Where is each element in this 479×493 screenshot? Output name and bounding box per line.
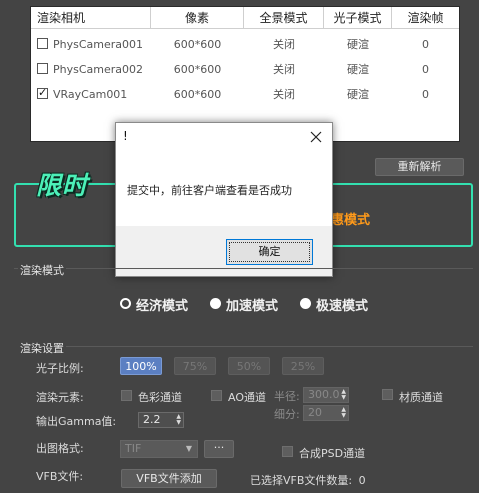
panorama-cell: 关闭 xyxy=(273,38,295,51)
render-elements-label: 渲染元素: xyxy=(36,391,84,404)
divider xyxy=(14,268,18,269)
vfb-label: VFB文件: xyxy=(36,470,84,483)
frame-cell: 0 xyxy=(422,38,429,51)
row-checkbox[interactable] xyxy=(37,63,48,74)
subdiv-label: 细分: xyxy=(274,408,300,421)
pixels-cell: 600*600 xyxy=(173,63,222,76)
radio-accelerate[interactable]: 加速模式 xyxy=(210,296,290,314)
radio-label: 经济模式 xyxy=(136,299,189,314)
header-pixels: 像素 xyxy=(151,7,244,29)
promo-badge-text: 限时 xyxy=(36,171,89,200)
divider xyxy=(66,346,473,347)
camera-name: PhysCamera002 xyxy=(53,63,144,76)
radio-unselected-icon xyxy=(210,298,221,309)
radio-economy[interactable]: 经济模式 xyxy=(120,296,200,314)
vfb-add-button[interactable]: VFB文件添加 xyxy=(121,469,217,488)
reparse-button[interactable]: 重新解析 xyxy=(375,158,464,176)
spinner-icon[interactable]: ▲ ▼ xyxy=(341,407,346,419)
format-value: TIF xyxy=(125,442,142,455)
dialog-title: ! xyxy=(123,129,128,143)
format-select[interactable]: TIF ▼ xyxy=(120,440,198,458)
panorama-cell: 关闭 xyxy=(273,63,295,76)
photon-cell: 硬渲 xyxy=(347,88,369,101)
gamma-value: 2.2 xyxy=(143,413,161,426)
radius-field[interactable]: 300.0 ▲ ▼ xyxy=(303,387,349,403)
chevron-down-icon: ▼ xyxy=(185,444,192,453)
radius-value: 300.0 xyxy=(308,388,340,401)
message-dialog: ! 提交中，前往客户端查看是否成功 确定 xyxy=(115,122,333,277)
ratio-100-button[interactable]: 100% xyxy=(120,357,162,375)
format-label: 出图格式: xyxy=(36,442,84,455)
more-options-button[interactable]: ··· xyxy=(204,440,234,458)
row-checkbox[interactable] xyxy=(37,86,48,99)
radio-turbo[interactable]: 极速模式 xyxy=(300,296,380,314)
close-icon[interactable] xyxy=(304,125,328,149)
ok-button[interactable]: 确定 xyxy=(226,239,313,265)
render-settings-label: 渲染设置 xyxy=(20,342,64,355)
table-row[interactable]: PhysCamera001 600*600 关闭 硬渲 0 xyxy=(31,32,459,57)
header-frame: 渲染帧 xyxy=(392,7,459,29)
ao-channel-label: AO通道 xyxy=(228,391,266,404)
table-row[interactable]: VRayCam001 600*600 关闭 硬渲 0 xyxy=(31,82,459,107)
ratio-50-button[interactable]: 50% xyxy=(228,357,270,375)
gamma-label: 输出Gamma值: xyxy=(36,415,117,428)
vfb-count-value: 0 xyxy=(358,474,366,487)
header-panorama: 全景模式 xyxy=(244,7,324,29)
camera-name: VRayCam001 xyxy=(53,88,128,101)
subdiv-field[interactable]: 20 ▲ ▼ xyxy=(303,405,349,421)
panorama-cell: 关闭 xyxy=(273,88,295,101)
photon-ratio-label: 光子比例: xyxy=(36,362,84,375)
radio-label: 加速模式 xyxy=(226,299,279,314)
ao-channel-checkbox[interactable] xyxy=(211,390,222,401)
radius-label: 半径: xyxy=(274,390,300,403)
spinner-icon[interactable]: ▲ ▼ xyxy=(341,389,346,401)
photon-cell: 硬渲 xyxy=(347,38,369,51)
vfb-count-text: 已选择VFB文件数量: xyxy=(250,474,353,487)
pixels-cell: 600*600 xyxy=(173,38,222,51)
row-checkbox[interactable] xyxy=(37,38,48,49)
radio-label: 极速模式 xyxy=(316,299,369,314)
subdiv-value: 20 xyxy=(308,406,322,419)
promo-badge: 限时 xyxy=(36,166,120,204)
photon-cell: 硬渲 xyxy=(347,63,369,76)
spinner-icon[interactable]: ▲ ▼ xyxy=(176,414,181,426)
gamma-field[interactable]: 2.2 ▲ ▼ xyxy=(138,412,184,428)
dialog-message: 提交中，前往客户端查看是否成功 xyxy=(127,184,292,197)
material-channel-checkbox[interactable] xyxy=(382,389,393,400)
frame-cell: 0 xyxy=(422,63,429,76)
vfb-count-label: 已选择VFB文件数量: 0 xyxy=(250,472,366,488)
frame-cell: 0 xyxy=(422,88,429,101)
dialog-titlebar: ! xyxy=(116,123,332,152)
ratio-25-button[interactable]: 25% xyxy=(282,357,324,375)
camera-name: PhysCamera001 xyxy=(53,38,144,51)
material-channel-label: 材质通道 xyxy=(399,391,443,404)
radio-unselected-icon xyxy=(300,298,311,309)
pixels-cell: 600*600 xyxy=(173,88,222,101)
header-camera: 渲染相机 xyxy=(31,7,151,29)
color-channel-label: 色彩通道 xyxy=(138,391,182,404)
radio-selected-icon xyxy=(120,298,131,309)
psd-label: 合成PSD通道 xyxy=(299,447,366,460)
render-mode-label: 渲染模式 xyxy=(20,264,64,277)
dialog-body: 提交中，前往客户端查看是否成功 xyxy=(116,152,332,226)
table-row[interactable]: PhysCamera002 600*600 关闭 硬渲 0 xyxy=(31,57,459,82)
divider xyxy=(66,268,473,269)
psd-checkbox[interactable] xyxy=(282,446,293,457)
ratio-75-button[interactable]: 75% xyxy=(174,357,216,375)
color-channel-checkbox[interactable] xyxy=(121,390,132,401)
promo-mode-text: 惠模式 xyxy=(331,213,371,228)
header-photon: 光子模式 xyxy=(324,7,392,29)
